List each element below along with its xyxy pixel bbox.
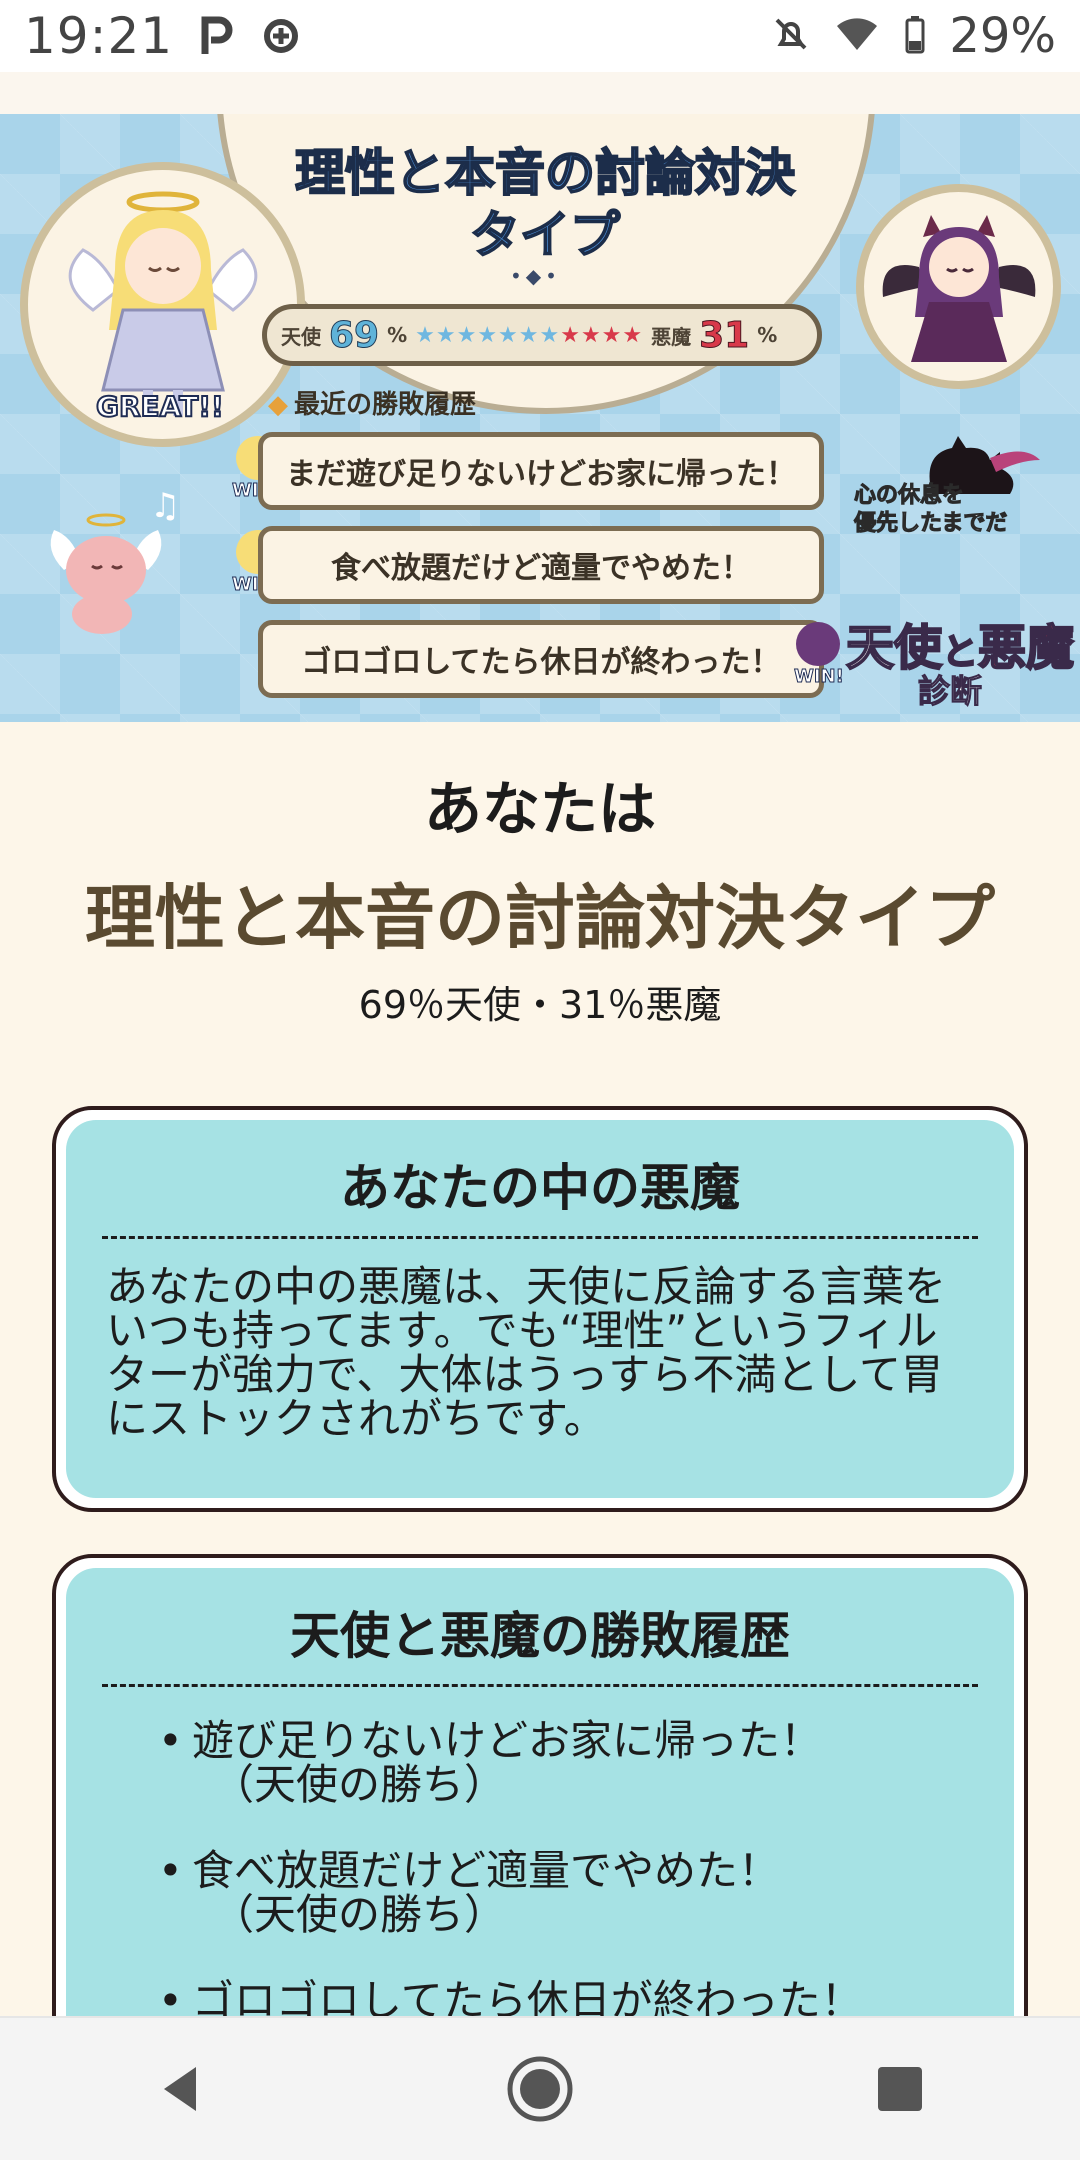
- back-button[interactable]: [120, 2029, 240, 2149]
- history-entry: ゴロゴロしてたら休日が終わった！: [258, 620, 824, 698]
- parking-icon: [199, 16, 235, 56]
- great-label: GREAT!!: [95, 389, 225, 424]
- card-body: あなたの中の悪魔は、天使に反論する言葉をいつも持ってます。でも“理性”というフィ…: [106, 1262, 947, 1443]
- home-button[interactable]: [480, 2029, 600, 2149]
- card-title: 天使と悪魔の勝敗履歴: [102, 1596, 978, 1687]
- banner-title: 理性と本音の討論対決 タイプ: [294, 143, 796, 265]
- decorative-dots: •◆•: [510, 264, 561, 288]
- recent-history-label: ◆ 最近の勝敗履歴: [268, 390, 477, 420]
- battery-icon: [903, 14, 927, 58]
- score-stars: ★★★★★★★★★★★: [415, 322, 644, 348]
- list-item: 遊び足りないけどお家に帰った！（天使の勝ち）: [158, 1719, 978, 1807]
- devil-character-icon: [882, 214, 1035, 362]
- result-ratio: 69％天使・31％悪魔: [358, 983, 722, 1027]
- win-tag: WIN!: [794, 666, 845, 688]
- back-triangle-icon: [164, 2067, 196, 2111]
- browser-gap: [0, 72, 1080, 114]
- recents-button[interactable]: [840, 2029, 960, 2149]
- logo-subtitle: 診断: [917, 672, 983, 711]
- devil-score-value: 31: [699, 314, 750, 356]
- devil-portrait: [856, 184, 1061, 389]
- angel-score-label: 天使: [281, 324, 321, 349]
- card-title: あなたの中の悪魔: [102, 1148, 978, 1239]
- result-intro: あなたは: [423, 775, 656, 843]
- notifications-off-icon: [771, 14, 811, 58]
- data-saver-icon: [261, 16, 301, 56]
- wifi-icon: [833, 14, 881, 58]
- recents-square-icon: [878, 2067, 922, 2111]
- status-time: 19:21: [24, 7, 174, 65]
- battery-percentage: 29%: [949, 8, 1056, 64]
- devil-score-label: 悪魔: [651, 324, 692, 349]
- result-banner-image: 理性と本音の討論対決 タイプ •◆• GREAT!! 天使 69 % ★★★★★…: [0, 114, 1080, 722]
- devil-score-unit: %: [757, 323, 778, 347]
- devil-speech: 心の休息を 優先したまでだ: [853, 483, 1008, 537]
- status-bar: 19:21 29%: [0, 0, 1080, 72]
- angel-score-value: 69: [328, 314, 380, 356]
- devil-mini-icon: [796, 622, 840, 666]
- home-circle-icon: [507, 2056, 573, 2122]
- inner-devil-card: あなたの中の悪魔 あなたの中の悪魔は、天使に反論する言葉をいつも持ってます。でも…: [52, 1106, 1028, 1512]
- result-type-title: 理性と本音の討論対決タイプ: [85, 877, 995, 959]
- music-note-icon: ♫: [150, 486, 181, 526]
- history-list: 遊び足りないけどお家に帰った！（天使の勝ち） 食べ放題だけど適量でやめた！（天使…: [102, 1719, 978, 2024]
- navigation-bar: [0, 2016, 1080, 2160]
- diamond-icon: ◆: [268, 390, 288, 420]
- history-entry: まだ遊び足りないけどお家に帰った！: [258, 432, 824, 510]
- score-bar: 天使 69 % ★★★★★★★★★★★ 悪魔 31 %: [262, 304, 822, 366]
- angel-pig-icon: [50, 513, 162, 634]
- history-card: 天使と悪魔の勝敗履歴 遊び足りないけどお家に帰った！（天使の勝ち） 食べ放題だけ…: [52, 1554, 1028, 2074]
- history-entry: 食べ放題だけど適量でやめた！: [258, 526, 824, 604]
- angel-score-unit: %: [387, 323, 408, 347]
- list-item: 食べ放題だけど適量でやめた！（天使の勝ち）: [158, 1849, 978, 1937]
